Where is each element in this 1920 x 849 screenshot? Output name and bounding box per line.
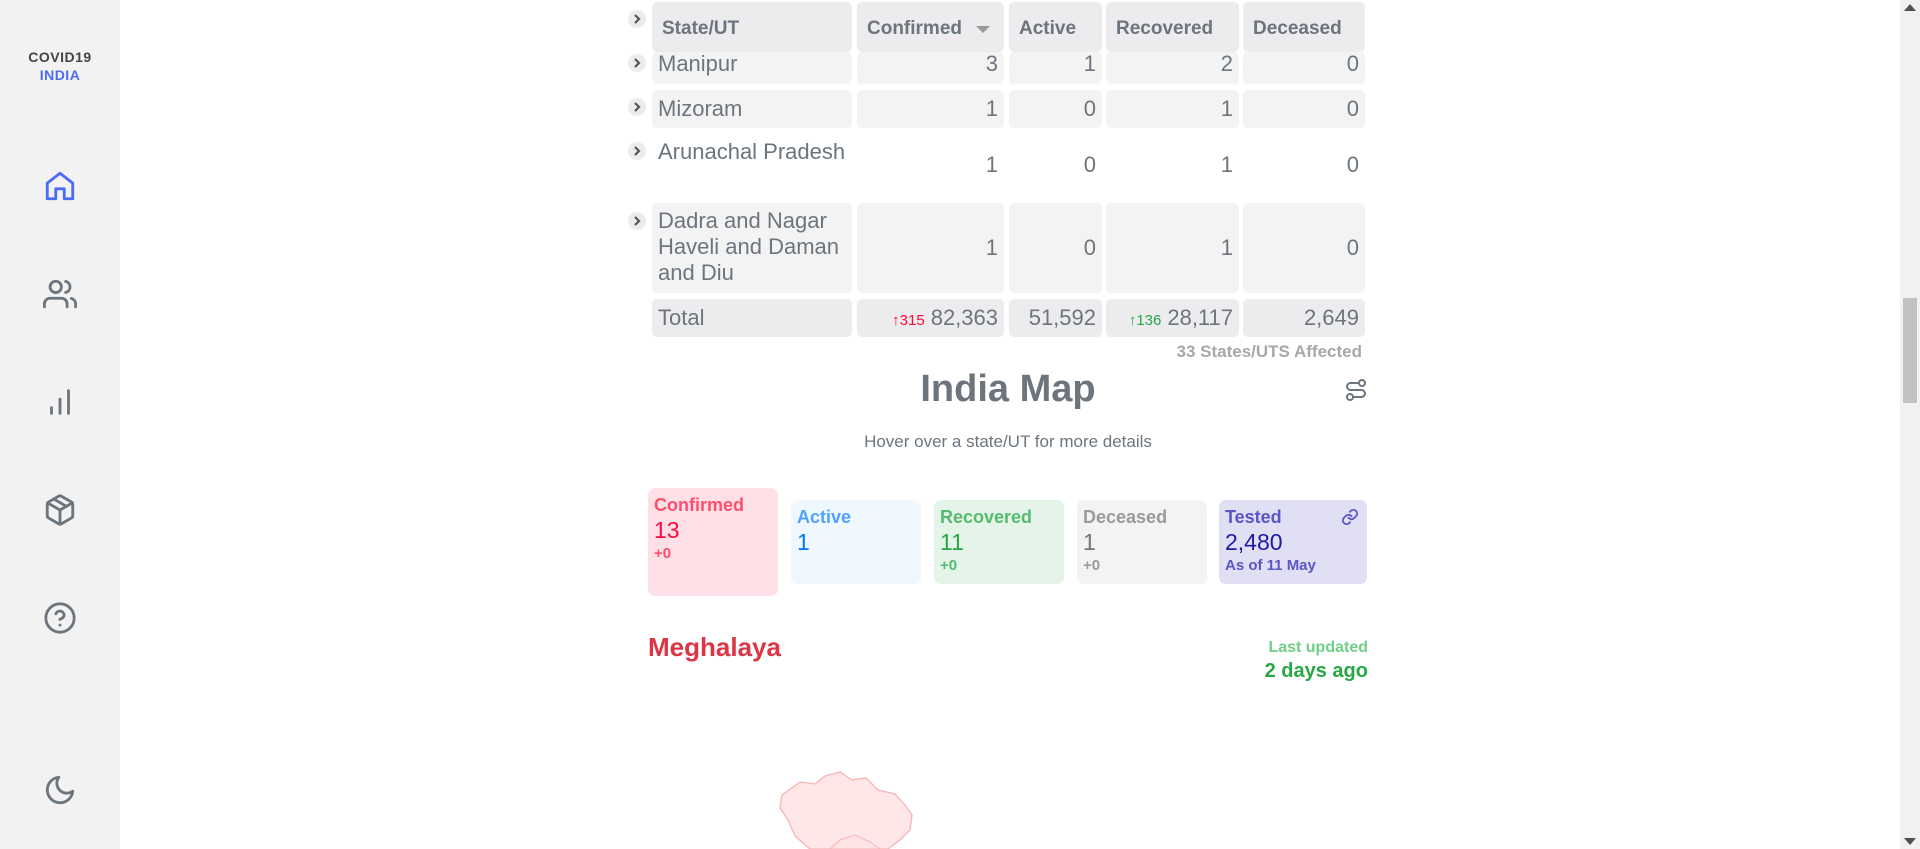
total-recovered-value: 28,117	[1167, 305, 1233, 330]
stat-confirmed[interactable]: Confirmed 13 +0	[648, 488, 778, 596]
header-recovered[interactable]: Recovered	[1106, 2, 1239, 52]
total-confirmed-delta: ↑315	[892, 312, 925, 329]
scroll-down-icon[interactable]	[1904, 838, 1916, 845]
map-toggle-icon[interactable]	[1344, 378, 1368, 402]
header-state[interactable]: State/UT	[652, 2, 852, 52]
expand-row-chevron-icon[interactable]	[628, 54, 646, 72]
stat-deceased-value: 1	[1083, 529, 1096, 555]
stat-confirmed-value: 13	[654, 517, 680, 543]
table-cell-recovered: 1	[1220, 152, 1233, 177]
table-cell-deceased: 0	[1346, 152, 1359, 177]
table-cell-deceased: 0	[1243, 90, 1365, 128]
table-cell-recovered: 1	[1106, 203, 1239, 293]
stat-tested-note: As of 11 May	[1225, 557, 1316, 574]
table-cell-active: 0	[1083, 152, 1096, 177]
scroll-up-icon[interactable]	[1904, 4, 1916, 11]
total-recovered: ↑136 28,117	[1106, 299, 1239, 337]
map-subtitle: Hover over a state/UT for more details	[864, 432, 1152, 451]
stat-recovered-value: 11	[940, 529, 964, 555]
total-recovered-delta: ↑136	[1128, 312, 1162, 329]
last-updated-label: Last updated	[1268, 639, 1368, 656]
table-cell-active: 0	[1009, 203, 1102, 293]
stat-confirmed-label: Confirmed	[654, 495, 744, 515]
last-updated-value: 2 days ago	[1264, 660, 1368, 682]
table-cell-confirmed: 3	[857, 52, 1004, 84]
table-cell-deceased: 0	[1243, 203, 1365, 293]
map-state-jammu-kashmir	[779, 771, 913, 849]
box-icon[interactable]	[40, 490, 80, 530]
scrollbar-thumb[interactable]	[1903, 298, 1917, 403]
total-active: 51,592	[1009, 299, 1102, 337]
sidebar: COVID19 INDIA	[0, 0, 120, 849]
india-map[interactable]	[770, 760, 970, 849]
table-row-state[interactable]: Dadra and Nagar Haveli and Daman and Diu	[652, 203, 852, 293]
stat-tested[interactable]: Tested 2,480 As of 11 May	[1219, 500, 1367, 584]
logo[interactable]: COVID19 INDIA	[0, 48, 120, 84]
stat-active[interactable]: Active 1	[791, 500, 921, 584]
header-deceased[interactable]: Deceased	[1243, 2, 1365, 52]
header-confirmed-label: Confirmed	[867, 18, 962, 39]
expand-row-chevron-icon[interactable]	[628, 212, 646, 230]
expand-all-chevron-icon[interactable]	[628, 10, 646, 28]
header-active[interactable]: Active	[1009, 2, 1102, 52]
table-cell-confirmed: 1	[985, 152, 998, 177]
stat-confirmed-delta: +0	[654, 545, 672, 562]
table-cell-recovered: 2	[1106, 52, 1239, 84]
stat-active-value: 1	[797, 529, 810, 555]
total-confirmed: ↑315 82,363	[857, 299, 1004, 337]
table-cell-deceased: 0	[1243, 52, 1365, 84]
logo-line-1: COVID19	[28, 49, 92, 65]
moon-icon[interactable]	[40, 770, 80, 810]
stat-recovered[interactable]: Recovered 11 +0	[934, 500, 1064, 584]
states-affected-note: 33 States/UTS Affected	[1176, 342, 1362, 361]
bar-chart-icon[interactable]	[40, 382, 80, 422]
stat-deceased-label: Deceased	[1083, 507, 1168, 527]
link-icon[interactable]	[1341, 508, 1359, 526]
logo-line-2: INDIA	[39, 67, 81, 83]
total-confirmed-value: 82,363	[930, 305, 998, 330]
stat-active-label: Active	[797, 507, 852, 527]
table-cell-recovered: 1	[1106, 90, 1239, 128]
table-cell-confirmed: 1	[857, 203, 1004, 293]
table-row-state[interactable]: Arunachal Pradesh	[652, 134, 852, 196]
stat-recovered-label: Recovered	[940, 507, 1033, 527]
total-label: Total	[652, 299, 852, 337]
stat-recovered-delta: +0	[940, 557, 958, 574]
table-cell-confirmed: 1	[857, 90, 1004, 128]
help-icon[interactable]	[40, 598, 80, 638]
users-icon[interactable]	[40, 274, 80, 314]
table-cell-active: 1	[1009, 52, 1102, 84]
scrollbar[interactable]	[1900, 0, 1920, 849]
home-icon[interactable]	[40, 166, 80, 206]
expand-row-chevron-icon[interactable]	[628, 142, 646, 160]
table-row-state[interactable]: Mizoram	[652, 90, 852, 128]
stat-deceased[interactable]: Deceased 1 +0	[1077, 500, 1207, 584]
selected-state-name: Meghalaya	[648, 632, 781, 662]
stat-deceased-delta: +0	[1083, 557, 1101, 574]
stat-tested-value: 2,480	[1225, 529, 1283, 555]
header-confirmed[interactable]: Confirmed	[857, 2, 1004, 52]
expand-row-chevron-icon[interactable]	[628, 98, 646, 116]
total-deceased: 2,649	[1243, 299, 1365, 337]
map-title: India Map	[920, 368, 1096, 410]
table-row-state[interactable]: Manipur	[652, 52, 852, 84]
table-cell-active: 0	[1009, 90, 1102, 128]
sort-down-icon	[976, 26, 990, 33]
